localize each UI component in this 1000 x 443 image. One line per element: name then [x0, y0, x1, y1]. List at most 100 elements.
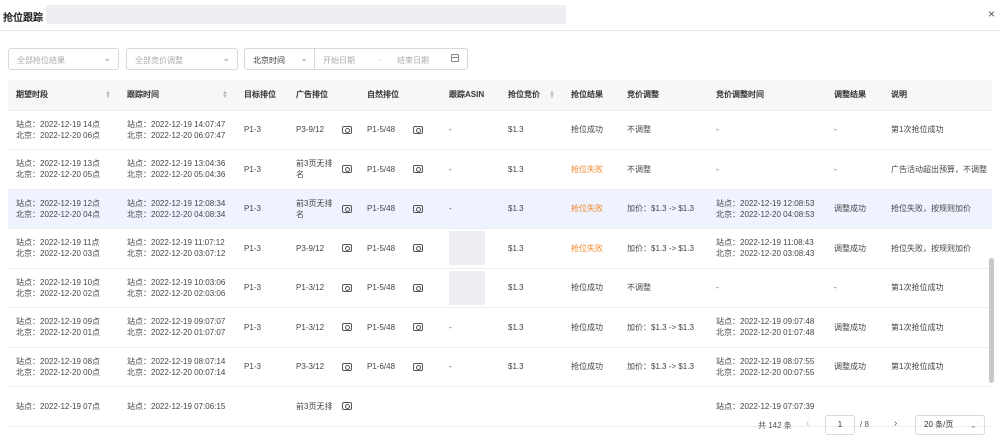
- sort-icon[interactable]: ▲ ▼: [105, 90, 111, 100]
- adjust-filter-select[interactable]: 全部竞价调整 ⌄: [126, 48, 238, 70]
- camera-icon[interactable]: [413, 323, 423, 332]
- expected-slot: 站点：2022-12-19 12点 北京：2022-12-20 04点: [8, 189, 119, 229]
- result-filter-select[interactable]: 全部抢位结果 ⌄: [8, 48, 119, 70]
- result-status: 抢位成功: [563, 110, 619, 150]
- camera-icon[interactable]: [342, 125, 352, 134]
- adjust-time-site: 站点：2022-12-19 08:07:55: [716, 356, 815, 366]
- note: 第1次抢位成功: [883, 110, 992, 150]
- expected-slot: 站点：2022-12-19 14点 北京：2022-12-20 06点: [8, 110, 119, 150]
- track-time: 站点：2022-12-19 09:07:07 北京：2022-12-20 01:0…: [119, 307, 236, 348]
- bid-value: $1.3: [500, 228, 563, 269]
- track-time-site: 站点：2022-12-19 11:07:12: [127, 238, 225, 248]
- adjust-result: 调整成功: [826, 307, 883, 348]
- camera-icon[interactable]: [342, 165, 352, 174]
- vertical-scrollbar[interactable]: [989, 258, 994, 383]
- camera-icon[interactable]: [413, 204, 423, 213]
- camera-icon[interactable]: [342, 362, 352, 371]
- col-header-result: 抢位结果: [563, 80, 619, 111]
- page-number-input[interactable]: 1: [825, 415, 855, 435]
- page-size-select[interactable]: 20 条/页 ⌄: [915, 415, 985, 435]
- title-placeholder-bar: [46, 5, 566, 24]
- start-date-input[interactable]: 开始日期: [323, 55, 355, 66]
- track-time: 站点：2022-12-19 12:08:34 北京：2022-12-20 04:0…: [119, 189, 236, 229]
- table-row[interactable]: 站点：2022-12-19 11点 北京：2022-12-20 03点 站点：202…: [8, 228, 992, 269]
- table-row[interactable]: 站点：2022-12-19 08点 北京：2022-12-20 00点 站点：202…: [8, 347, 992, 387]
- track-time-site: 站点：2022-12-19 14:07:47: [127, 119, 226, 129]
- prev-page-icon[interactable]: ‹: [806, 418, 809, 438]
- asin-cell: [441, 386, 500, 427]
- expected-slot: 站点：2022-12-19 09点 北京：2022-12-20 01点: [8, 307, 119, 348]
- track-time: 站点：2022-12-19 11:07:12 北京：2022-12-20 03:0…: [119, 228, 236, 269]
- col-header-adjust-result: 调整结果: [826, 80, 883, 111]
- col-label: 跟踪时间: [127, 90, 159, 100]
- expected-slot-site: 站点：2022-12-19 11点: [16, 238, 100, 248]
- table-row[interactable]: 站点：2022-12-19 12点 北京：2022-12-20 04点 站点：202…: [8, 189, 992, 229]
- table-row[interactable]: 站点：2022-12-19 09点 北京：2022-12-20 01点 站点：202…: [8, 307, 992, 348]
- sort-icon[interactable]: ▲ ▼: [222, 90, 228, 100]
- adjust-time-site: 站点：2022-12-19 07:07:39: [716, 401, 815, 411]
- camera-icon[interactable]: [342, 323, 352, 332]
- col-header-asin: 跟踪ASIN: [441, 80, 500, 111]
- asin-cell: [441, 228, 500, 269]
- ad-rank: 前3页无排名: [288, 149, 359, 190]
- result-status: [563, 386, 619, 427]
- expected-slot: 站点：2022-12-19 07点: [8, 386, 119, 427]
- camera-icon[interactable]: [413, 283, 423, 292]
- camera-icon[interactable]: [413, 362, 423, 371]
- adjust-time: -: [708, 149, 826, 190]
- col-header-track-time[interactable]: 跟踪时间 ▲ ▼: [119, 80, 236, 111]
- track-time-site: 站点：2022-12-19 12:08:34: [127, 198, 226, 208]
- end-date-input[interactable]: 结束日期: [397, 55, 429, 66]
- track-time-site: 站点：2022-12-19 07:06:15: [127, 401, 226, 411]
- natural-rank-value: P1-5/48: [367, 204, 396, 214]
- natural-rank: P1-5/48: [359, 110, 441, 150]
- col-header-expected[interactable]: 期望时段 ▲ ▼: [8, 80, 119, 111]
- track-time-beijing: 北京：2022-12-20 03:07:12: [127, 249, 226, 259]
- next-page-icon[interactable]: ›: [894, 418, 897, 438]
- bid-adjust: 加价：$1.3 -> $1.3: [619, 347, 708, 387]
- camera-icon[interactable]: [342, 204, 352, 213]
- table-row[interactable]: 站点：2022-12-19 13点 北京：2022-12-20 05点 站点：202…: [8, 149, 992, 190]
- result-status: 抢位失败: [563, 228, 619, 269]
- table-row[interactable]: 站点：2022-12-19 10点 北京：2022-12-20 02点 站点：202…: [8, 268, 992, 308]
- track-time: 站点：2022-12-19 10:03:06 北京：2022-12-20 02:0…: [119, 268, 236, 308]
- adjust-time: -: [708, 110, 826, 150]
- asin-thumbnail[interactable]: [449, 270, 485, 305]
- table-row[interactable]: 站点：2022-12-19 14点 北京：2022-12-20 06点 站点：202…: [8, 110, 992, 150]
- adjust-result: 调整成功: [826, 347, 883, 387]
- col-header-ad-rank: 广告排位: [288, 80, 359, 111]
- note: 第1次抢位成功: [883, 268, 992, 308]
- ad-rank: P3-9/12: [288, 228, 359, 269]
- bid-adjust: [619, 386, 708, 427]
- time-type-value: 北京时间: [253, 56, 285, 65]
- chevron-down-icon: ⌄: [969, 420, 977, 430]
- track-time: 站点：2022-12-19 13:04:36 北京：2022-12-20 05:0…: [119, 149, 236, 190]
- camera-icon[interactable]: [413, 165, 423, 174]
- adjust-result: -: [826, 268, 883, 308]
- adjust-filter-placeholder: 全部竞价调整: [135, 56, 183, 65]
- camera-icon[interactable]: [342, 402, 352, 411]
- result-status: 抢位失败: [563, 189, 619, 229]
- result-status: 抢位成功: [563, 268, 619, 308]
- natural-rank: P1-5/48: [359, 268, 441, 308]
- calendar-icon[interactable]: [451, 54, 459, 62]
- camera-icon[interactable]: [342, 283, 352, 292]
- page-title: 抢位跟踪: [3, 13, 43, 24]
- adjust-time-beijing: 北京：2022-12-20 01:07:48: [716, 328, 815, 338]
- tracking-table: 期望时段 ▲ ▼ 跟踪时间 ▲ ▼ 目标排位 广告排位 自然排位 跟踪ASIN 抢位竞价…: [8, 80, 992, 427]
- camera-icon[interactable]: [342, 244, 352, 253]
- sort-icon[interactable]: ▲ ▼: [549, 90, 555, 100]
- close-icon[interactable]: ×: [988, 7, 995, 21]
- col-header-bid[interactable]: 抢位竞价 ▲ ▼: [500, 80, 563, 111]
- asin-thumbnail[interactable]: [449, 231, 485, 266]
- natural-rank-value: P1-5/48: [367, 283, 396, 293]
- adjust-time-site: -: [716, 164, 719, 174]
- result-filter-placeholder: 全部抢位结果: [17, 56, 65, 65]
- camera-icon[interactable]: [413, 244, 423, 253]
- time-type-select[interactable]: 北京时间 ⌄: [245, 49, 315, 69]
- camera-icon[interactable]: [413, 125, 423, 134]
- expected-slot: 站点：2022-12-19 10点 北京：2022-12-20 02点: [8, 268, 119, 308]
- expected-slot: 站点：2022-12-19 08点 北京：2022-12-20 00点: [8, 347, 119, 387]
- target-rank: P1-3: [236, 228, 288, 269]
- adjust-time: -: [708, 268, 826, 308]
